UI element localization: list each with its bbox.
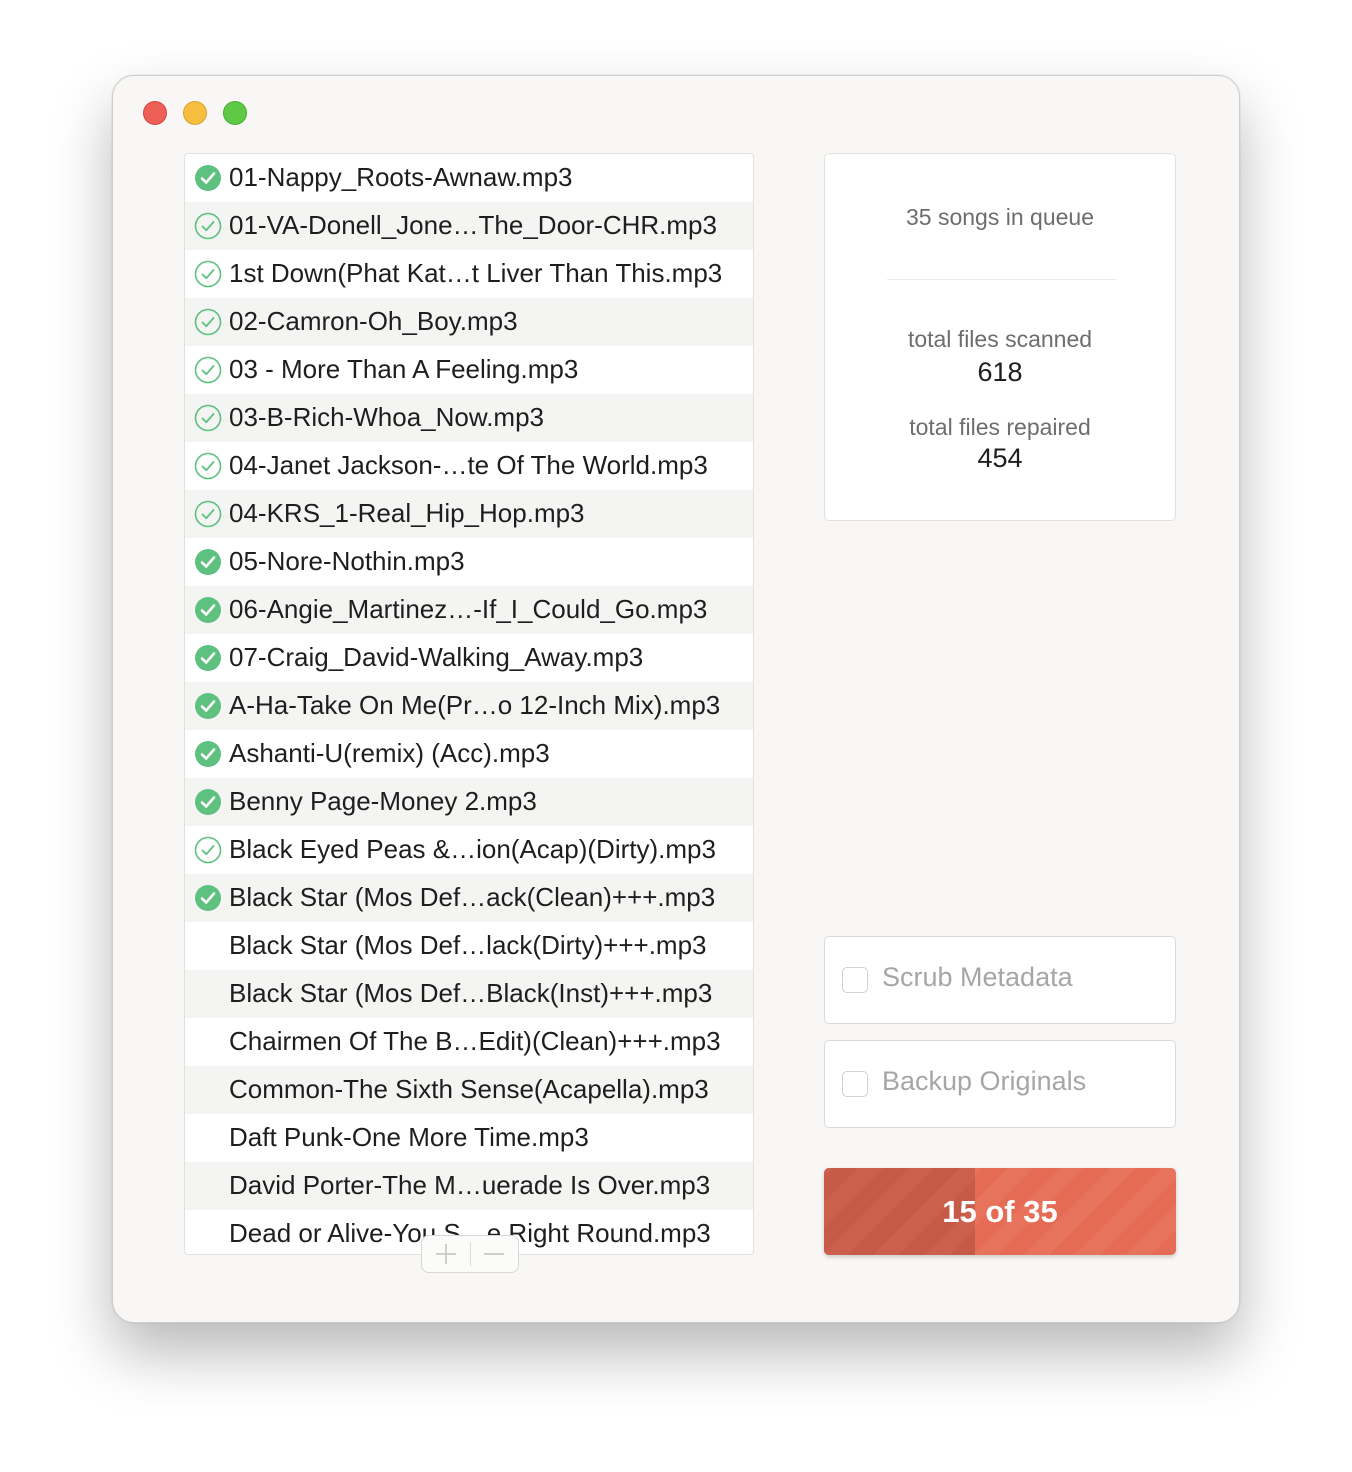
repaired-value: 454 [977,443,1023,473]
repaired-label: total files repaired [909,414,1091,440]
progress-label: 15 of 35 [942,1194,1058,1229]
check-outline-icon [194,308,222,336]
scrub-metadata-option[interactable]: Scrub Metadata [824,936,1176,1024]
file-row[interactable]: 04-KRS_1-Real_Hip_Hop.mp3 [185,490,753,538]
file-name: Common-The Sixth Sense(Acapella).mp3 [229,1074,709,1104]
file-row[interactable]: Ashanti-U(remix) (Acc).mp3 [185,730,753,778]
file-name: Black Star (Mos Def…lack(Dirty)+++.mp3 [229,930,707,960]
list-add-remove-control [421,1235,519,1273]
file-row[interactable]: Benny Page-Money 2.mp3 [185,778,753,826]
file-name: Benny Page-Money 2.mp3 [229,786,537,816]
file-name: 04-Janet Jackson-…te Of The World.mp3 [229,450,708,480]
backup-originals-option[interactable]: Backup Originals [824,1040,1176,1128]
file-name: 02-Camron-Oh_Boy.mp3 [229,306,518,336]
file-row[interactable]: Black Star (Mos Def…Black(Inst)+++.mp3 [185,970,753,1018]
file-row[interactable]: 06-Angie_Martinez…-If_I_Could_Go.mp3 [185,586,753,634]
file-name: Chairmen Of The B…Edit)(Clean)+++.mp3 [229,1026,721,1056]
check-filled-icon [195,165,221,191]
check-outline-icon [194,356,222,384]
file-name: David Porter-The M…uerade Is Over.mp3 [229,1170,711,1200]
queue-count: 35 songs in queue [906,204,1094,230]
remove-file-button[interactable] [470,1236,518,1272]
file-row[interactable]: David Porter-The M…uerade Is Over.mp3 [185,1162,753,1210]
check-filled-icon [195,549,221,575]
check-filled-icon [195,597,221,623]
file-row[interactable]: 01-VA-Donell_Jone…The_Door-CHR.mp3 [185,202,753,250]
check-filled-icon [195,741,221,767]
check-outline-icon [194,212,222,240]
file-name: 01-VA-Donell_Jone…The_Door-CHR.mp3 [229,210,717,240]
check-filled-icon [195,645,221,671]
file-row[interactable]: Common-The Sixth Sense(Acapella).mp3 [185,1066,753,1114]
file-name: Black Eyed Peas &…ion(Acap)(Dirty).mp3 [229,834,716,864]
file-name: Black Star (Mos Def…Black(Inst)+++.mp3 [229,978,713,1008]
backup-originals-label: Backup Originals [882,1066,1087,1096]
scrub-metadata-checkbox[interactable] [842,967,868,993]
file-name: 07-Craig_David-Walking_Away.mp3 [229,642,644,672]
check-outline-icon [194,404,222,432]
scrub-metadata-label: Scrub Metadata [882,962,1073,992]
file-row[interactable]: Black Eyed Peas &…ion(Acap)(Dirty).mp3 [185,826,753,874]
stats-panel: 35 songs in queue total files scanned 61… [824,153,1176,521]
file-row[interactable]: 07-Craig_David-Walking_Away.mp3 [185,634,753,682]
file-name: 1st Down(Phat Kat…t Liver Than This.mp3 [229,258,723,288]
file-name: Daft Punk-One More Time.mp3 [229,1122,589,1152]
close-window-button[interactable] [143,101,167,125]
file-row[interactable]: Chairmen Of The B…Edit)(Clean)+++.mp3 [185,1018,753,1066]
file-name: 03-B-Rich-Whoa_Now.mp3 [229,402,545,432]
file-name: 04-KRS_1-Real_Hip_Hop.mp3 [229,498,585,528]
file-name: Ashanti-U(remix) (Acc).mp3 [229,738,550,768]
minimize-window-button[interactable] [183,101,207,125]
file-row[interactable]: 05-Nore-Nothin.mp3 [185,538,753,586]
file-row[interactable]: Black Star (Mos Def…lack(Dirty)+++.mp3 [185,922,753,970]
file-row[interactable]: 02-Camron-Oh_Boy.mp3 [185,298,753,346]
add-file-button[interactable] [422,1236,470,1272]
check-outline-icon [194,452,222,480]
stats-divider [887,279,1117,280]
file-row[interactable]: Black Star (Mos Def…ack(Clean)+++.mp3 [185,874,753,922]
app-window: 01-Nappy_Roots-Awnaw.mp3 01-VA-Donell_Jon… [112,75,1240,1323]
progress-button[interactable]: 15 of 35 [824,1168,1176,1255]
check-filled-icon [195,693,221,719]
file-name: 03 - More Than A Feeling.mp3 [229,354,579,384]
file-name: 06-Angie_Martinez…-If_I_Could_Go.mp3 [229,594,708,624]
check-outline-icon [194,836,222,864]
backup-originals-checkbox[interactable] [842,1071,868,1097]
zoom-window-button[interactable] [223,101,247,125]
file-row[interactable]: A-Ha-Take On Me(Pr…o 12-Inch Mix).mp3 [185,682,753,730]
scanned-label: total files scanned [907,326,1093,352]
check-filled-icon [195,885,221,911]
check-filled-icon [195,789,221,815]
check-outline-icon [194,260,222,288]
file-row[interactable]: 04-Janet Jackson-…te Of The World.mp3 [185,442,753,490]
file-row[interactable]: 1st Down(Phat Kat…t Liver Than This.mp3 [185,250,753,298]
file-row[interactable]: 03-B-Rich-Whoa_Now.mp3 [185,394,753,442]
file-name: 01-Nappy_Roots-Awnaw.mp3 [229,162,573,192]
file-row[interactable]: 01-Nappy_Roots-Awnaw.mp3 [185,154,753,202]
file-name: Black Star (Mos Def…ack(Clean)+++.mp3 [229,882,716,912]
file-row[interactable]: Daft Punk-One More Time.mp3 [185,1114,753,1162]
file-name: A-Ha-Take On Me(Pr…o 12-Inch Mix).mp3 [229,690,721,720]
check-outline-icon [194,500,222,528]
file-name: 05-Nore-Nothin.mp3 [229,546,465,576]
scanned-value: 618 [977,357,1023,387]
minus-icon [484,1253,505,1255]
plus-icon [435,1244,456,1264]
file-row[interactable]: 03 - More Than A Feeling.mp3 [185,346,753,394]
file-list[interactable]: 01-Nappy_Roots-Awnaw.mp3 01-VA-Donell_Jon… [184,153,754,1255]
